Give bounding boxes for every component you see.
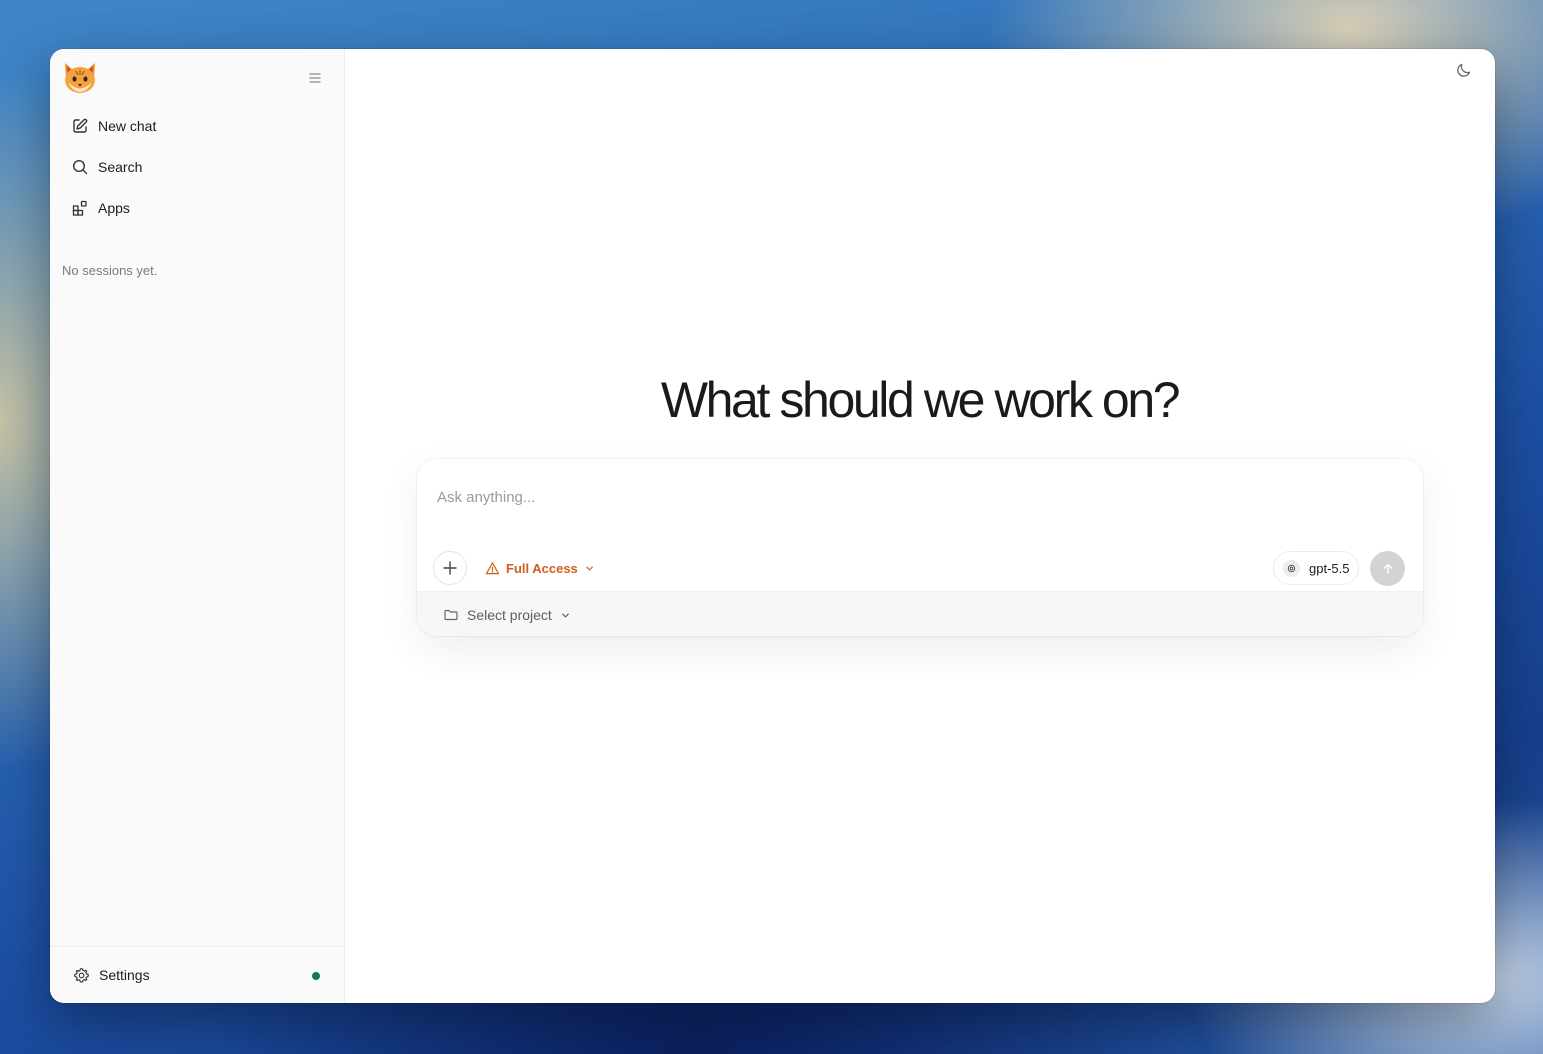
folder-icon [444,609,458,621]
fox-logo[interactable] [62,61,98,95]
edit-icon [73,118,88,133]
access-mode-dropdown[interactable]: Full Access [485,557,595,579]
project-selector[interactable]: Select project [443,604,571,626]
model-selector[interactable]: gpt-5.5 [1273,551,1360,585]
search-button[interactable]: Search [62,150,330,184]
new-chat-button[interactable]: New chat [62,109,330,143]
apps-button[interactable]: Apps [62,191,330,225]
model-label: gpt-5.5 [1309,560,1350,576]
openai-icon [1283,559,1300,577]
send-button[interactable] [1370,551,1405,586]
settings-button[interactable]: Settings [64,958,314,992]
theme-toggle-moon-icon[interactable] [1455,61,1473,79]
sidebar-footer: Settings [50,946,344,1003]
prompt-input[interactable] [437,489,1257,506]
nav-label-search: Search [98,159,143,175]
empty-sessions-text: No sessions yet. [62,263,158,278]
chevron-down-icon [585,566,593,570]
access-mode-label: Full Access [506,560,578,576]
composer-footer: Select project [417,591,1423,636]
nav-label-new-chat: New chat [98,118,157,134]
app-window: New chat Search Apps No sessions yet. Se… [50,49,1495,1003]
project-label: Select project [467,607,552,623]
arrow-up-icon [1383,563,1392,574]
nav-label-apps: Apps [98,200,130,216]
plus-icon [443,561,457,575]
warning-icon [485,561,500,574]
search-icon [72,159,88,175]
attach-button[interactable] [433,551,467,585]
gear-icon [74,967,89,983]
chevron-down-icon [561,613,569,617]
apps-icon [72,200,87,216]
collapse-sidebar-icon[interactable] [306,69,324,87]
sidebar: New chat Search Apps No sessions yet. Se… [50,49,345,1003]
status-indicator [312,972,320,980]
chat-composer: Full Access gpt-5.5 [417,459,1423,636]
page-title: What should we work on? [660,372,1181,428]
settings-label: Settings [99,967,150,983]
